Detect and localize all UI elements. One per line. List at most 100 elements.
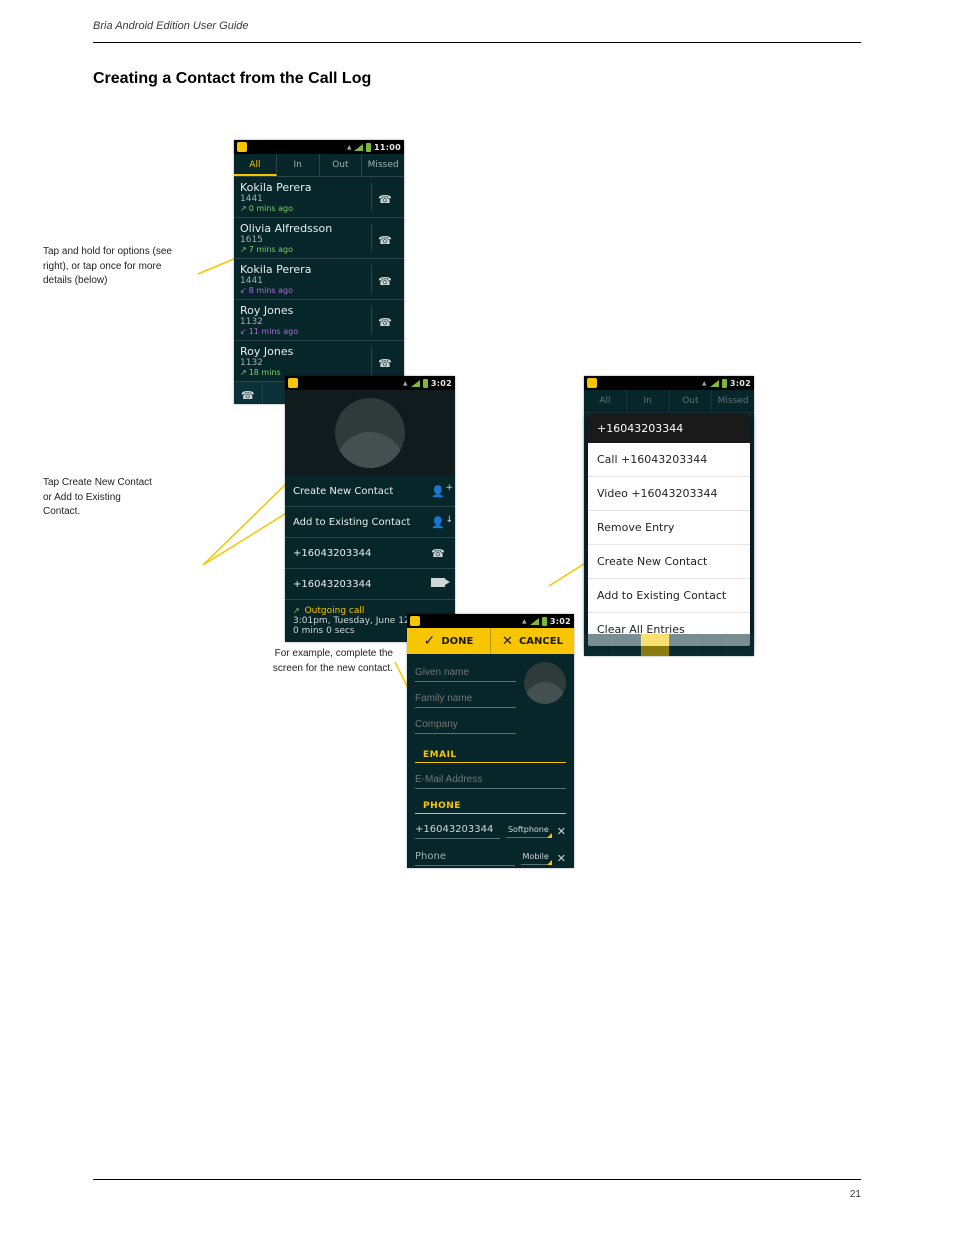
remove-phone-icon[interactable] [557,820,566,839]
entry-ago: ↗7 mins ago [240,245,371,254]
call-type: Outgoing call [305,606,365,616]
battery-icon [423,379,428,388]
entry-ago: ↙11 mins ago [240,327,371,336]
menu-add-existing[interactable]: Add to Existing Contact [588,579,750,613]
screen-context-menu: 3:02 All In Out Missed +16043203344 Call… [584,376,754,656]
entry-ago: ↗0 mins ago [240,204,371,213]
phone-type[interactable]: Mobile [521,848,551,865]
menu-call[interactable]: Call +16043203344 [588,443,750,477]
screen-call-log: 11:00 All In Out Missed Kokila Perera144… [234,140,404,404]
log-entry[interactable]: Olivia Alfredsson1615↗7 mins ago [234,218,404,259]
call-button[interactable] [371,224,398,252]
signal-icon [530,618,539,625]
label: +16043203344 [293,579,371,590]
clock: 11:00 [374,143,401,152]
rule-bottom [93,1179,861,1180]
menu-video[interactable]: Video +16043203344 [588,477,750,511]
call-button[interactable] [371,183,398,211]
entry-name: Kokila Perera [240,181,371,194]
annot-2: Tap Create New Contactor Add to Existing… [43,476,193,520]
app-icon [587,378,597,388]
battery-icon [366,143,371,152]
call-button[interactable] [371,265,398,293]
clock: 3:02 [550,617,571,626]
cancel-button[interactable]: CANCEL [491,628,574,654]
given-name-field[interactable] [415,662,516,682]
tab-all[interactable]: All [234,154,277,176]
clock: 3:02 [730,379,751,388]
wifi-icon [403,378,408,388]
phone-icon [429,547,447,560]
signal-icon [354,144,363,151]
phone-icon [378,311,392,330]
done-button[interactable]: DONE [407,628,491,654]
row-add-existing[interactable]: Add to Existing Contact [285,507,455,538]
section-email: EMAIL [415,742,566,763]
out-arrow-icon: ↗ [293,606,300,615]
row-call-number[interactable]: +16043203344 [285,538,455,569]
entry-name: Kokila Perera [240,263,371,276]
phone-row-1: +16043203344 Softphone [407,814,574,841]
video-icon [431,578,445,587]
context-popup: +16043203344 Call +16043203344 Video +16… [588,414,750,646]
company-field[interactable] [415,714,516,734]
nav-b1 [584,634,613,656]
tabs: All In Out Missed [584,390,754,413]
status-bar: 3:02 [584,376,754,390]
tab-missed[interactable]: Missed [362,154,404,176]
phone-icon [378,270,392,289]
log-entry[interactable]: Roy Jones1132↙11 mins ago [234,300,404,341]
family-name-field[interactable] [415,688,516,708]
section-phone: PHONE [415,793,566,814]
entry-name: Roy Jones [240,304,371,317]
email-field[interactable] [415,769,566,789]
nav-dialer[interactable] [234,382,263,404]
log-entry[interactable]: Kokila Perera1441↙8 mins ago [234,259,404,300]
label: Create New Contact [293,486,393,497]
tabs: All In Out Missed [234,154,404,177]
log-entry[interactable]: Kokila Perera1441↗0 mins ago [234,177,404,218]
screen-entry-detail: 3:02 Create New Contact Add to Existing … [285,376,455,642]
screen-new-contact: 3:02 DONE CANCEL EMAIL PHONE +1604320334… [407,614,574,868]
label: DONE [441,636,473,647]
phone-row-2: Phone Mobile [407,841,574,868]
rule-top [93,42,861,43]
avatar[interactable] [524,662,566,704]
row-video-number[interactable]: +16043203344 [285,569,455,600]
label: +16043203344 [293,548,371,559]
entry-number: 1441 [240,276,371,286]
call-button[interactable] [371,306,398,334]
status-bar: 3:02 [407,614,574,628]
entry-ago: ↙8 mins ago [240,286,371,295]
call-button[interactable] [371,347,398,375]
footer-right: 21 [850,1189,861,1200]
nav-b4 [670,634,699,656]
entry-number: 1615 [240,235,371,245]
tab-all: All [584,390,627,412]
signal-icon [710,380,719,387]
header-left: Bria Android Edition User Guide [93,20,249,32]
action-bar: DONE CANCEL [407,628,574,654]
entry-number: 1441 [240,194,371,204]
app-icon [288,378,298,388]
check-icon [424,633,436,649]
app-icon [237,142,247,152]
phone-value[interactable]: +16043203344 [415,820,500,839]
nav-b5 [698,634,727,656]
bottom-bar [584,634,754,656]
menu-create-contact[interactable]: Create New Contact [588,545,750,579]
phone-type[interactable]: Softphone [506,821,551,838]
tab-in: In [627,390,670,412]
entry-number: 1132 [240,358,371,368]
remove-phone-icon[interactable] [557,847,566,866]
entry-number: 1132 [240,317,371,327]
popup-header: +16043203344 [588,414,750,443]
nav-b3 [641,634,670,656]
entry-name: Olivia Alfredsson [240,222,371,235]
label: Add to Existing Contact [293,517,410,528]
tab-out[interactable]: Out [320,154,363,176]
menu-remove[interactable]: Remove Entry [588,511,750,545]
phone-value[interactable]: Phone [415,847,515,866]
tab-in[interactable]: In [277,154,320,176]
row-create-contact[interactable]: Create New Contact [285,476,455,507]
